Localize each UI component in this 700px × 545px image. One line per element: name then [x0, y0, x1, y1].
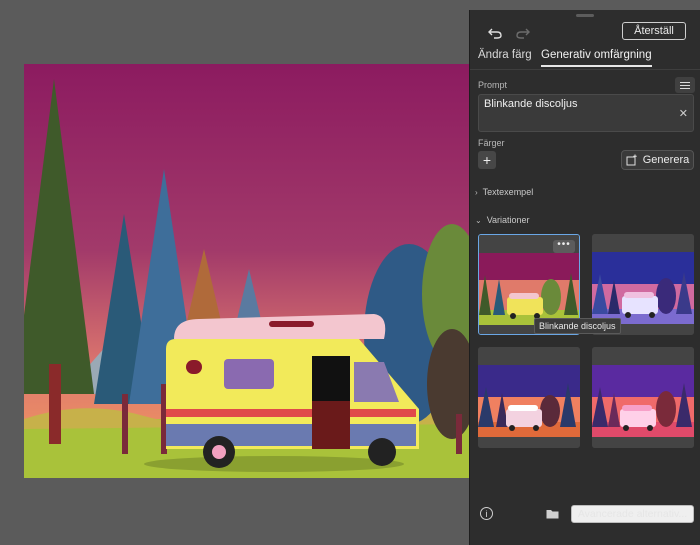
reset-button[interactable]: Återställ	[622, 22, 686, 40]
variation-thumbnail-4[interactable]	[592, 347, 694, 448]
generative-recolor-panel: Återställ Ändra färg Generativ omfärgnin…	[469, 10, 700, 545]
chevron-right-icon: ›	[475, 187, 478, 197]
list-icon[interactable]	[675, 77, 695, 93]
variations-toggle[interactable]: ⌄ Variationer	[475, 215, 530, 225]
prompt-input[interactable]: Blinkande discoljus ✕	[478, 94, 694, 132]
text-examples-label: Textexempel	[482, 187, 534, 197]
panel-grip[interactable]	[576, 14, 594, 17]
prompt-value: Blinkande discoljus	[484, 98, 578, 110]
redo-icon[interactable]	[512, 22, 534, 44]
variation-image	[592, 347, 694, 448]
generate-icon	[626, 154, 637, 166]
variation-image	[478, 347, 580, 448]
variation-tooltip: Blinkande discoljus	[534, 318, 621, 334]
info-icon[interactable]: i	[480, 507, 493, 520]
generate-button[interactable]: Generera	[621, 150, 694, 170]
generate-label: Generera	[642, 154, 690, 166]
variations-label: Variationer	[486, 215, 530, 225]
tab-change-color[interactable]: Ändra färg	[478, 49, 532, 65]
van-illustration	[24, 64, 470, 478]
artwork-canvas[interactable]	[24, 64, 470, 478]
tab-divider	[470, 69, 700, 70]
tab-generative-recolor[interactable]: Generativ omfärgning	[541, 49, 652, 67]
chevron-down-icon: ⌄	[475, 215, 482, 225]
text-examples-toggle[interactable]: › Textexempel	[475, 187, 533, 197]
undo-icon[interactable]	[484, 22, 506, 44]
folder-icon[interactable]	[546, 506, 559, 524]
more-options-button[interactable]: •••	[553, 240, 575, 253]
variation-thumbnail-3[interactable]	[478, 347, 580, 448]
close-icon[interactable]: ✕	[679, 107, 688, 120]
plus-icon[interactable]: +	[478, 151, 496, 169]
prompt-label: Prompt	[478, 80, 508, 90]
colors-label: Färger	[478, 138, 505, 148]
advanced-options-button[interactable]: Avancerade alternativ...	[571, 505, 694, 523]
